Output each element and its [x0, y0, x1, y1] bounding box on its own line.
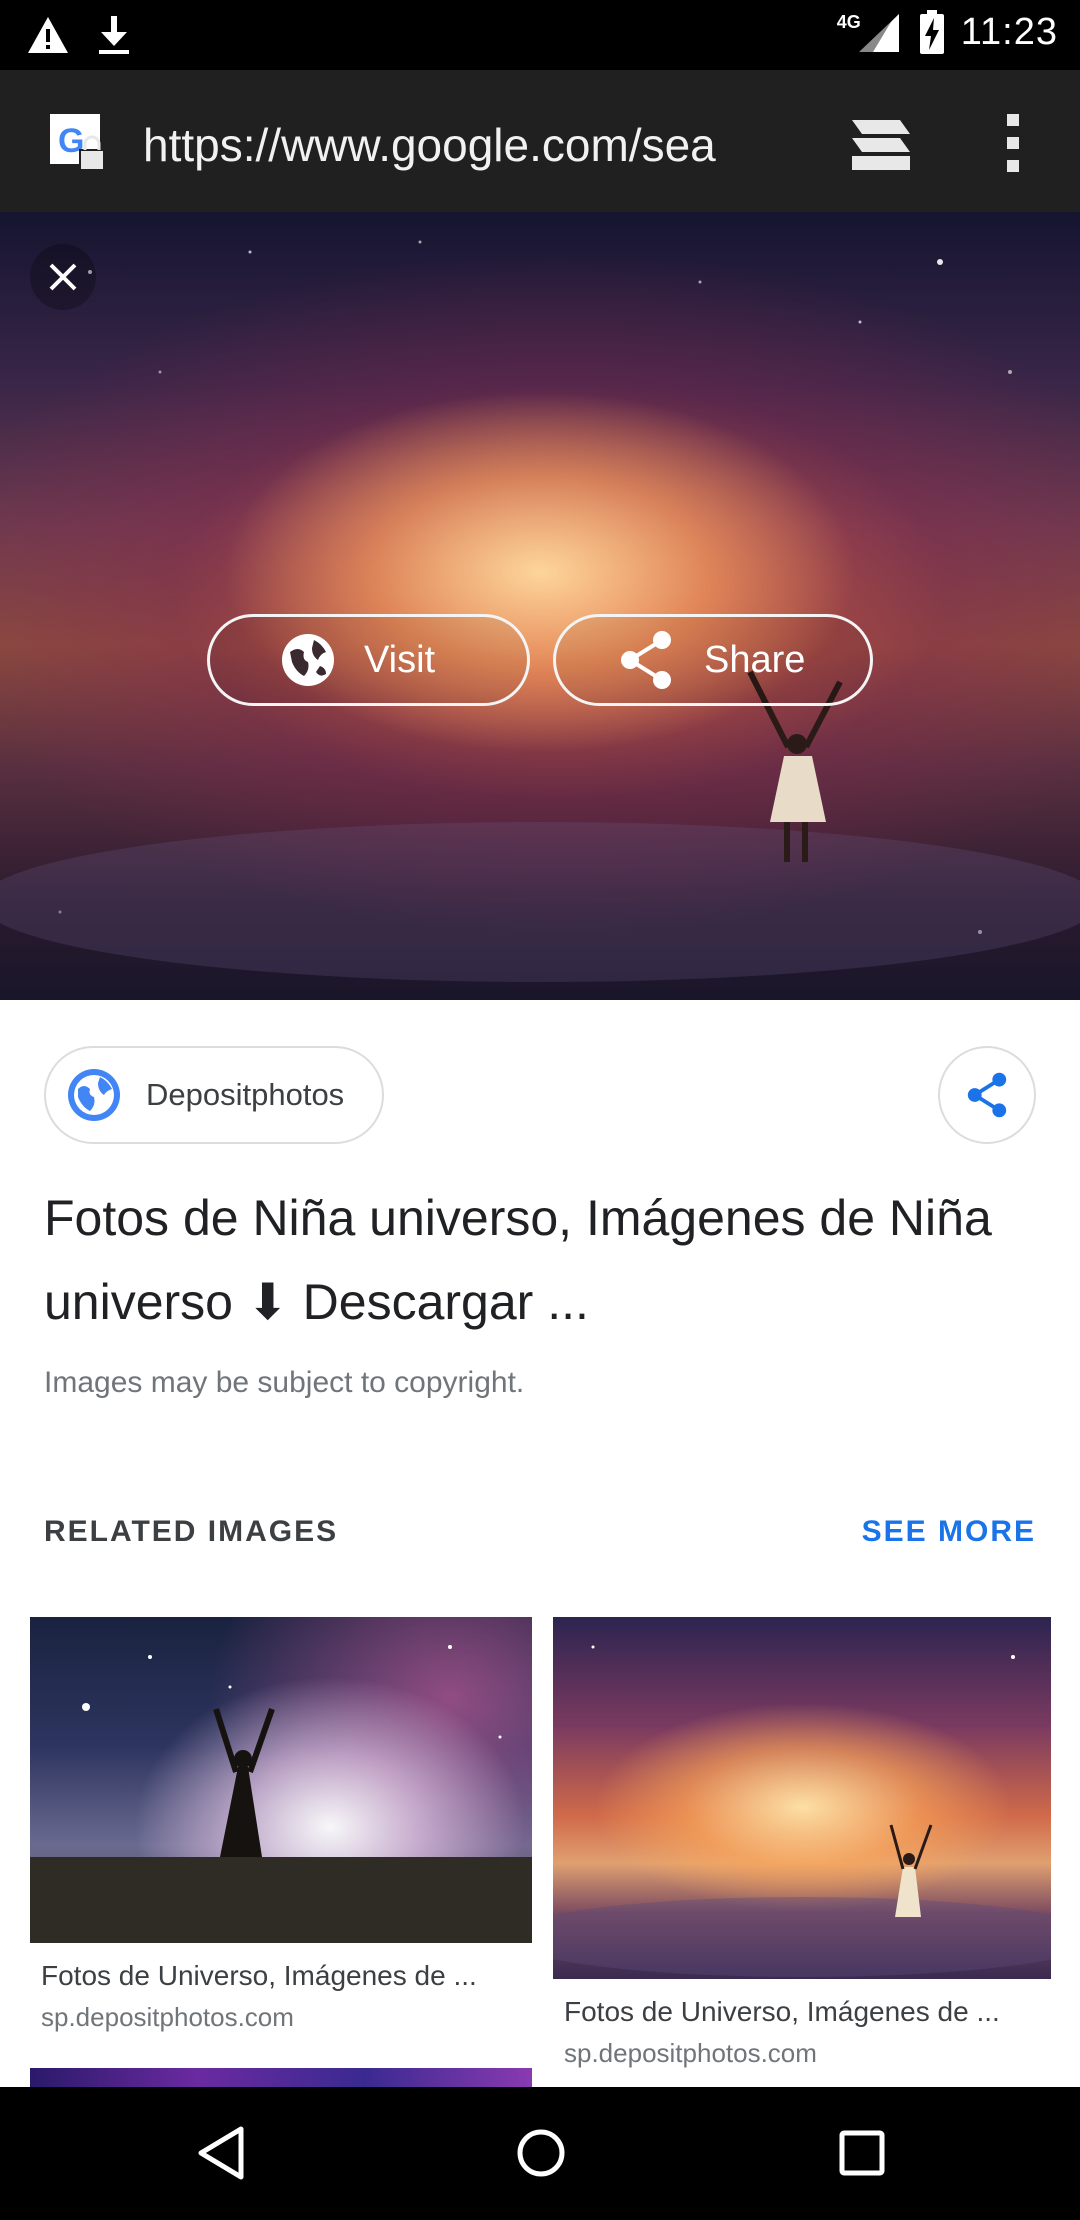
- globe-icon: [282, 634, 334, 686]
- browser-toolbar: G https://www.google.com/sea: [0, 70, 1080, 212]
- result-title[interactable]: Fotos de Niña universo, Imágenes de Niña…: [44, 1176, 1044, 1344]
- google-favicon: G: [50, 114, 105, 171]
- related-images-heading: RELATED IMAGES: [44, 1515, 339, 1548]
- related-image-thumbnail[interactable]: [553, 1617, 1051, 1979]
- close-icon: [49, 263, 77, 291]
- url-bar[interactable]: https://www.google.com/sea: [143, 118, 803, 172]
- close-viewer-button[interactable]: [30, 244, 96, 310]
- overflow-menu-button[interactable]: [995, 112, 1031, 174]
- status-bar: 4G 11:23: [0, 0, 1080, 70]
- site-security-button[interactable]: G: [50, 114, 108, 172]
- warning-icon: [28, 17, 68, 53]
- thumbnail-art: [553, 1645, 1051, 1977]
- related-image-source: sp.depositphotos.com: [41, 2002, 294, 2032]
- related-image-caption[interactable]: Fotos de Universo, Imágenes de ...: [564, 1996, 1044, 2028]
- related-image-source: sp.depositphotos.com: [564, 2038, 817, 2068]
- see-more-link[interactable]: SEE MORE: [862, 1515, 1036, 1549]
- overflow-menu-icon: [1007, 114, 1019, 172]
- related-image-thumbnail[interactable]: [30, 2068, 532, 2088]
- visit-button[interactable]: Visit: [207, 614, 530, 706]
- download-icon: [99, 16, 129, 54]
- clock: 11:23: [960, 10, 1058, 53]
- share-icon: [621, 631, 671, 689]
- battery-charging-icon: [919, 10, 944, 54]
- share-result-button[interactable]: [938, 1046, 1036, 1144]
- hero-image: Visit Share: [0, 212, 1080, 1000]
- copyright-notice: Images may be subject to copyright.: [44, 1366, 525, 1399]
- share-icon: [967, 1072, 1007, 1118]
- back-icon[interactable]: [195, 2125, 247, 2181]
- tab-switcher-icon: [852, 120, 910, 170]
- related-image-caption[interactable]: Fotos de Universo, Imágenes de ...: [41, 1960, 521, 1992]
- share-label: Share: [704, 638, 806, 681]
- visit-label: Visit: [364, 638, 436, 681]
- signal-icon: 4G: [837, 10, 903, 54]
- home-icon[interactable]: [515, 2125, 567, 2181]
- recents-icon[interactable]: [838, 2129, 886, 2177]
- source-chip[interactable]: Depositphotos: [44, 1046, 384, 1144]
- share-button[interactable]: Share: [553, 614, 873, 706]
- source-name: Depositphotos: [146, 1077, 345, 1112]
- related-image-thumbnail[interactable]: [30, 1617, 532, 1943]
- globe-icon: [68, 1069, 120, 1121]
- tab-switcher-button[interactable]: [848, 112, 914, 172]
- thumbnail-art: [30, 1645, 532, 1943]
- hero-stars: [0, 240, 1080, 982]
- system-nav-bar: [0, 2087, 1080, 2220]
